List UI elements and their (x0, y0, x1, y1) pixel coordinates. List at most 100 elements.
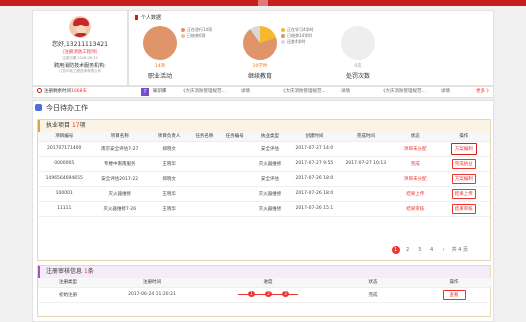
cell-created: 2017-07-26 18:0 (290, 171, 339, 187)
cell-project-name: 灭火器维修7-26 (90, 201, 149, 217)
cell-action: 结果审核 (437, 201, 490, 217)
page-link[interactable]: 1 (391, 246, 400, 254)
profile-card: 您好,13211113421 （注册消防工程师） 注册日期 2016-06-24… (32, 10, 128, 86)
legend-label: 已结束14学时 (287, 33, 313, 38)
review-table: 注册类型 注册时间 进度 状态 操作 初始注册 2017-06-24 11:20… (38, 278, 492, 303)
progress-steps: 1 2 3 (238, 291, 298, 298)
cell-reg-time: 2017-06-24 11:20:21 (98, 287, 206, 303)
page-link[interactable]: 3 (416, 246, 424, 254)
kb-detail-link[interactable]: 详情 (341, 87, 350, 97)
column-header: 任务编号 (219, 132, 250, 142)
cell-status: 项目未分配 (393, 171, 438, 187)
cell-task-name (189, 201, 220, 217)
cell-action: 结果上传 (437, 186, 490, 202)
stats-title: 个人数据 (135, 14, 161, 21)
cell-completed: 2017-07-27 10:13 (338, 156, 394, 172)
step-marker: 1 (248, 291, 255, 298)
continuing-education-label: 继续教育 (247, 73, 272, 80)
top-header-bar (0, 0, 526, 6)
kb-article-link[interactable]: 《大庆消防管理规范... (381, 87, 426, 97)
projects-header-row: 项目编号 项目名称 项目负责人 任务名称 任务编号 执业类型 创建时间 完成时间… (38, 132, 490, 142)
column-header: 完成时间 (338, 132, 394, 142)
penalty-label: 处罚次数 (345, 73, 370, 80)
cell-project-lead: 王晓华 (148, 186, 190, 202)
plan-compile-button[interactable]: 方案编制 (450, 142, 477, 155)
cell-status: 完成 (393, 156, 438, 172)
plan-compile-button[interactable]: 方案编制 (451, 173, 476, 184)
step-marker: 2 (265, 291, 272, 298)
info-strip: 注册剩余时间1068天 ? 知识库 《大庆消防管理规范... 详情 《大庆消防管… (32, 86, 494, 98)
column-header: 进度 (206, 278, 330, 288)
penalty-pie[interactable] (341, 26, 375, 60)
column-header: 任务名称 (189, 132, 220, 142)
cell-practice-type: 灭火器维修 (249, 186, 291, 202)
column-header: 项目负责人 (148, 132, 190, 142)
registration-remaining-label: 注册剩余时间 (44, 89, 71, 94)
pagination: 1 2 3 4 › 共 4 页 (391, 246, 468, 254)
cell-task-name (189, 171, 220, 187)
cell-task-no (219, 141, 250, 157)
cell-action: 查看 (416, 287, 492, 303)
cell-project-lead: 王晓华 (148, 201, 190, 217)
cell-created: 2017-07-26 15:1 (290, 201, 339, 217)
legend-label: 已结束0项 (187, 33, 206, 38)
career-activity-pie[interactable] (143, 26, 177, 60)
kb-detail-link[interactable]: 详情 (441, 87, 450, 97)
column-header: 操作 (416, 278, 492, 288)
page-link[interactable]: 4 (428, 246, 436, 254)
avatar-body (73, 33, 89, 37)
profile-tag[interactable]: （注册消防工程师） (33, 49, 127, 55)
table-row: 201707171400 南京安全评估7-27 郑晓文 安全评估 2017-07… (38, 141, 490, 157)
step-marker: 3 (282, 291, 289, 298)
next-page-button[interactable]: › (440, 246, 448, 254)
knowledge-base-icon: ? (141, 88, 149, 96)
cell-status: 结果审核 (393, 201, 438, 217)
page-link[interactable]: 2 (404, 246, 412, 254)
continuing-education-pie[interactable] (243, 26, 277, 60)
career-activity-value: 14项 (154, 64, 166, 69)
cell-project-no: 0000005 (38, 156, 91, 172)
projects-unit: 项 (79, 122, 86, 129)
view-button[interactable]: 查看 (442, 289, 466, 300)
cell-practice-type: 灭火器维修 (249, 156, 291, 172)
cell-project-lead: 郑晓文 (148, 141, 190, 157)
cell-completed (338, 141, 394, 157)
cell-project-name: 灭火器维修 (90, 186, 149, 202)
column-header: 执业类型 (249, 132, 291, 142)
cell-completed (338, 186, 394, 202)
profile-org-label: 聘用消防技术服务机构: (54, 63, 106, 69)
calendar-icon (35, 104, 42, 111)
personal-stats-panel: 个人数据 正在进行14项 已结束0项 14项 职业活动 正在学习4学时 已结束1… (128, 10, 494, 86)
kb-more-link[interactable]: 更多 》 (476, 87, 491, 97)
cell-completed (338, 171, 394, 187)
cell-task-name (189, 141, 220, 157)
avatar[interactable] (69, 16, 91, 38)
todo-title: 今日待办工作 (35, 103, 88, 113)
review-title: 注册审核信息 (46, 268, 83, 275)
legend-dot (281, 39, 285, 44)
kb-article-link[interactable]: 《大庆消防管理规范... (281, 87, 326, 97)
kb-article-link[interactable]: 《大庆消防管理规范... (181, 87, 226, 97)
review-section-header: 注册审核信息 1条 (38, 266, 490, 278)
cell-task-name (189, 186, 220, 202)
review-result-button[interactable]: 结果审核 (451, 203, 476, 214)
cell-project-name: 专楼中南南服务 (90, 156, 149, 172)
cell-practice-type: 灭火器维修 (249, 201, 291, 217)
kb-detail-link[interactable]: 详情 (241, 87, 250, 97)
cell-task-no (219, 201, 250, 217)
profile-cert-date: 注册日期 2016-06-24 (62, 56, 98, 60)
complete-practice-button[interactable]: 完成执业 (451, 158, 476, 169)
cell-action: 完成执业 (437, 156, 490, 172)
table-row: 1496564694655 安全评估2017-22 郑晓文 安全评估 2017-… (38, 171, 490, 187)
header-accent (258, 0, 268, 6)
column-header: 状态 (393, 132, 438, 142)
column-header: 项目编号 (38, 132, 91, 142)
cell-project-lead: 王晓华 (148, 156, 190, 172)
column-header: 操作 (437, 132, 490, 142)
table-row: 11111 灭火器维修7-26 王晓华 灭火器维修 2017-07-26 15:… (38, 201, 490, 217)
legend-dot (281, 27, 285, 32)
cell-progress: 1 2 3 (206, 287, 330, 303)
main-panel: 今日待办工作 执业项目 17项 项目编号 项目名称 项目负责人 任务名称 任务编… (32, 100, 494, 322)
column-header: 注册类型 (38, 278, 98, 288)
upload-result-button[interactable]: 结果上传 (451, 188, 476, 199)
